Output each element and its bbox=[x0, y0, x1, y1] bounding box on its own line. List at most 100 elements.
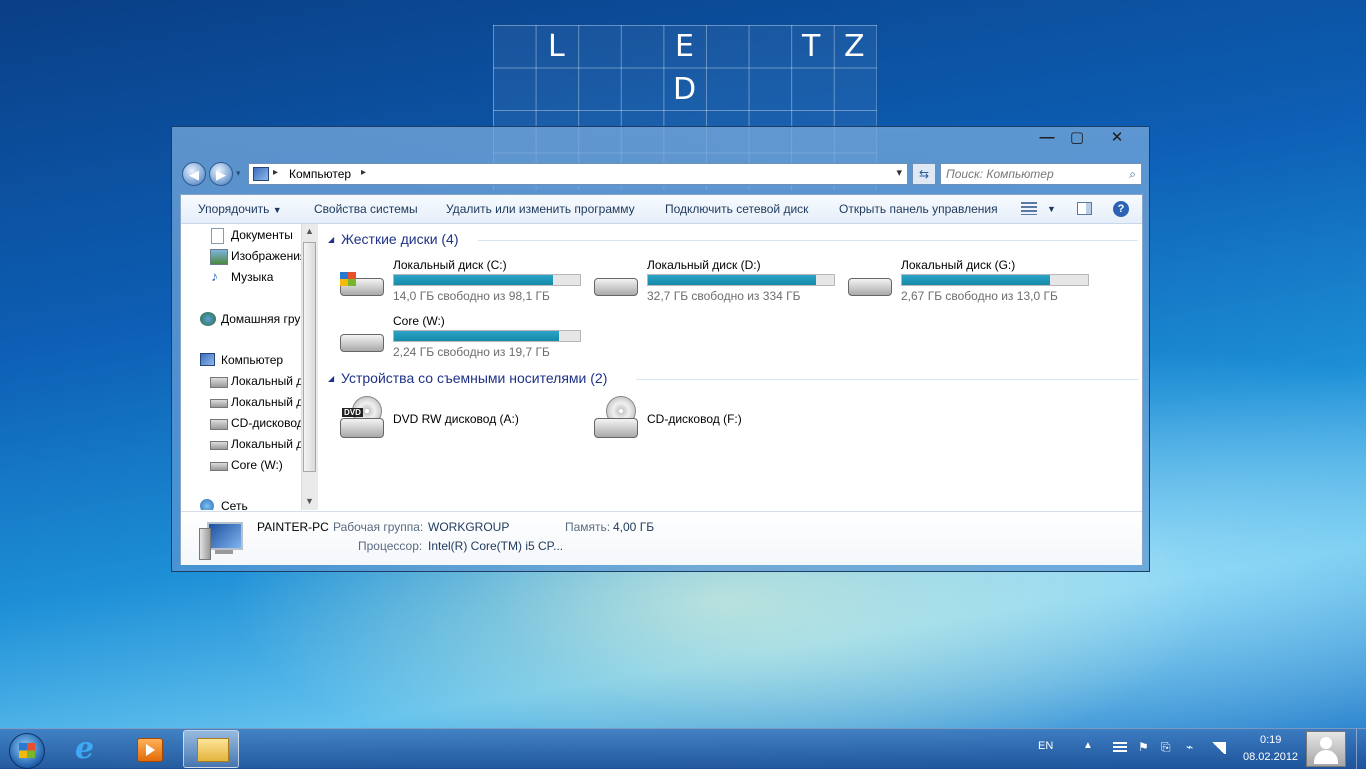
dvd-drive-icon: DVD bbox=[338, 396, 384, 440]
search-icon[interactable]: ⌕ bbox=[1129, 164, 1136, 184]
clock-time[interactable]: 0:19 bbox=[1260, 734, 1281, 746]
collapse-icon[interactable]: ◢ bbox=[328, 235, 334, 244]
action-center-icon[interactable] bbox=[1113, 742, 1127, 753]
section-removable[interactable]: Устройства со съемными носителями (2) bbox=[341, 370, 607, 386]
gadget-letter: Z bbox=[844, 29, 865, 64]
cd-drive-icon bbox=[210, 419, 228, 430]
nav-label: CD-дисковод (F:) bbox=[231, 416, 301, 430]
preview-pane-icon[interactable] bbox=[1077, 202, 1092, 215]
organize-button[interactable]: Упорядочить ▼ bbox=[198, 202, 282, 216]
nav-label: Сеть bbox=[221, 499, 248, 510]
gadget-letter: E bbox=[675, 29, 694, 64]
workgroup-label: Рабочая группа: bbox=[333, 520, 424, 534]
nav-item-computer[interactable]: Компьютер bbox=[181, 351, 301, 371]
hard-drive-icon bbox=[592, 272, 638, 298]
language-indicator[interactable]: EN bbox=[1038, 740, 1053, 752]
details-pane: PAINTER-PC Рабочая группа: WORKGROUP Пам… bbox=[181, 511, 1142, 565]
nav-label: Компьютер bbox=[221, 353, 284, 367]
recent-pages-dropdown[interactable]: ▾ bbox=[236, 168, 241, 179]
refresh-button[interactable]: ⇆ bbox=[912, 163, 936, 185]
breadcrumb-computer[interactable]: Компьютер bbox=[289, 167, 351, 181]
drive-item[interactable]: Локальный диск (G:) 2,67 ГБ свободно из … bbox=[846, 258, 1096, 308]
maximize-button[interactable]: ▢ bbox=[1057, 127, 1097, 149]
nav-label: Локальный диск (C:) bbox=[231, 374, 301, 388]
music-icon: ♪ bbox=[211, 268, 218, 284]
navigation-bar: ◀ ▶ ▾ ▸ Компьютер ▸ ▾ ⇆ Поиск: Компьютер… bbox=[180, 159, 1143, 189]
memory-value: 4,00 ГБ bbox=[613, 520, 655, 534]
computer-icon bbox=[199, 520, 243, 560]
gadget-letter: D bbox=[673, 72, 697, 107]
drive-free-space: 14,0 ГБ свободно из 98,1 ГБ bbox=[393, 289, 550, 303]
search-placeholder: Поиск: Компьютер bbox=[946, 167, 1054, 181]
view-options-icon[interactable] bbox=[1021, 202, 1037, 215]
taskbar-explorer[interactable] bbox=[183, 730, 239, 768]
drive-item[interactable]: Локальный диск (D:) 32,7 ГБ свободно из … bbox=[592, 258, 842, 308]
view-options-dropdown[interactable]: ▼ bbox=[1047, 204, 1056, 214]
map-network-drive-button[interactable]: Подключить сетевой диск bbox=[665, 202, 808, 216]
forward-button[interactable]: ▶ bbox=[209, 162, 233, 186]
command-bar: Упорядочить ▼ Свойства системы Удалить и… bbox=[181, 195, 1142, 224]
drive-name: Core (W:) bbox=[393, 314, 445, 328]
close-button[interactable]: ✕ bbox=[1097, 127, 1137, 149]
cd-drive-icon bbox=[592, 396, 638, 440]
gadget-letter: L bbox=[548, 29, 565, 64]
drive-usage-bar bbox=[393, 274, 581, 286]
removable-item[interactable]: DVD DVD RW дисковод (A:) bbox=[338, 396, 588, 446]
uninstall-program-button[interactable]: Удалить или изменить программу bbox=[446, 202, 635, 216]
nav-scrollbar[interactable]: ▲ ▼ bbox=[301, 224, 318, 510]
homegroup-icon bbox=[200, 312, 216, 326]
taskbar-internet-explorer[interactable]: e bbox=[63, 730, 119, 768]
scroll-down-arrow[interactable]: ▼ bbox=[303, 496, 316, 508]
removable-item[interactable]: CD-дисковод (F:) bbox=[592, 396, 842, 446]
search-input[interactable]: Поиск: Компьютер ⌕ bbox=[940, 163, 1142, 185]
section-hard-drives[interactable]: Жесткие диски (4) bbox=[341, 231, 459, 247]
section-divider bbox=[636, 379, 1138, 380]
breadcrumb-separator: ▸ bbox=[273, 167, 279, 178]
user-avatar[interactable] bbox=[1306, 731, 1346, 767]
pictures-icon bbox=[210, 249, 228, 265]
help-icon[interactable]: ? bbox=[1113, 201, 1129, 217]
computer-icon bbox=[253, 167, 269, 181]
flag-icon[interactable]: ⚑ bbox=[1138, 740, 1149, 754]
show-hidden-icons[interactable]: ▲ bbox=[1083, 740, 1093, 751]
show-desktop-button[interactable] bbox=[1356, 729, 1366, 769]
nav-label: Core (W:) bbox=[231, 458, 283, 472]
scroll-thumb[interactable] bbox=[303, 242, 316, 472]
start-button[interactable] bbox=[0, 730, 52, 769]
network-signal-icon[interactable] bbox=[1210, 742, 1226, 754]
display-icon[interactable]: ⎘ bbox=[1161, 740, 1171, 755]
explorer-window: — ▢ ✕ ◀ ▶ ▾ ▸ Компьютер ▸ ▾ ⇆ Поиск: Ком… bbox=[171, 126, 1150, 572]
scroll-up-arrow[interactable]: ▲ bbox=[303, 226, 316, 238]
folder-icon bbox=[197, 738, 229, 762]
workgroup-value: WORKGROUP bbox=[428, 520, 510, 534]
clock-date[interactable]: 08.02.2012 bbox=[1243, 751, 1298, 763]
collapse-icon[interactable]: ◢ bbox=[328, 374, 334, 383]
drive-item[interactable]: Локальный диск (C:) 14,0 ГБ свободно из … bbox=[338, 258, 588, 308]
drive-usage-bar bbox=[647, 274, 835, 286]
drive-free-space: 32,7 ГБ свободно из 334 ГБ bbox=[647, 289, 801, 303]
nav-label: Музыка bbox=[231, 270, 274, 284]
section-divider bbox=[478, 240, 1138, 241]
drive-free-space: 2,67 ГБ свободно из 13,0 ГБ bbox=[901, 289, 1058, 303]
drive-usage-bar bbox=[393, 330, 581, 342]
windows-orb-icon bbox=[9, 733, 45, 769]
taskbar-media-player[interactable] bbox=[121, 730, 177, 768]
internet-explorer-icon: e bbox=[75, 731, 95, 766]
breadcrumb-separator[interactable]: ▸ bbox=[361, 167, 366, 178]
main-pane: ◢ Жесткие диски (4) Локальный диск (C:) … bbox=[318, 224, 1142, 510]
open-control-panel-button[interactable]: Открыть панель управления bbox=[839, 202, 998, 216]
back-button[interactable]: ◀ bbox=[182, 162, 206, 186]
drive-usage-fill bbox=[648, 275, 816, 285]
nav-label: Изображения bbox=[231, 249, 301, 263]
drive-usage-bar bbox=[901, 274, 1089, 286]
drive-free-space: 2,24 ГБ свободно из 19,7 ГБ bbox=[393, 345, 550, 359]
taskbar: e EN ▲ ⚑ ⎘ ⌁ 0:19 08.02.2012 bbox=[0, 728, 1366, 769]
nav-label: Локальный диск (G:) bbox=[231, 437, 301, 451]
removable-name: DVD RW дисковод (A:) bbox=[393, 412, 519, 426]
system-properties-button[interactable]: Свойства системы bbox=[314, 202, 418, 216]
drive-item[interactable]: Core (W:) 2,24 ГБ свободно из 19,7 ГБ bbox=[338, 314, 588, 364]
address-dropdown[interactable]: ▾ bbox=[896, 166, 902, 179]
power-icon[interactable]: ⌁ bbox=[1186, 740, 1193, 754]
cpu-value: Intel(R) Core(TM) i5 CP... bbox=[428, 539, 564, 553]
address-bar[interactable]: ▸ Компьютер ▸ ▾ bbox=[248, 163, 908, 185]
